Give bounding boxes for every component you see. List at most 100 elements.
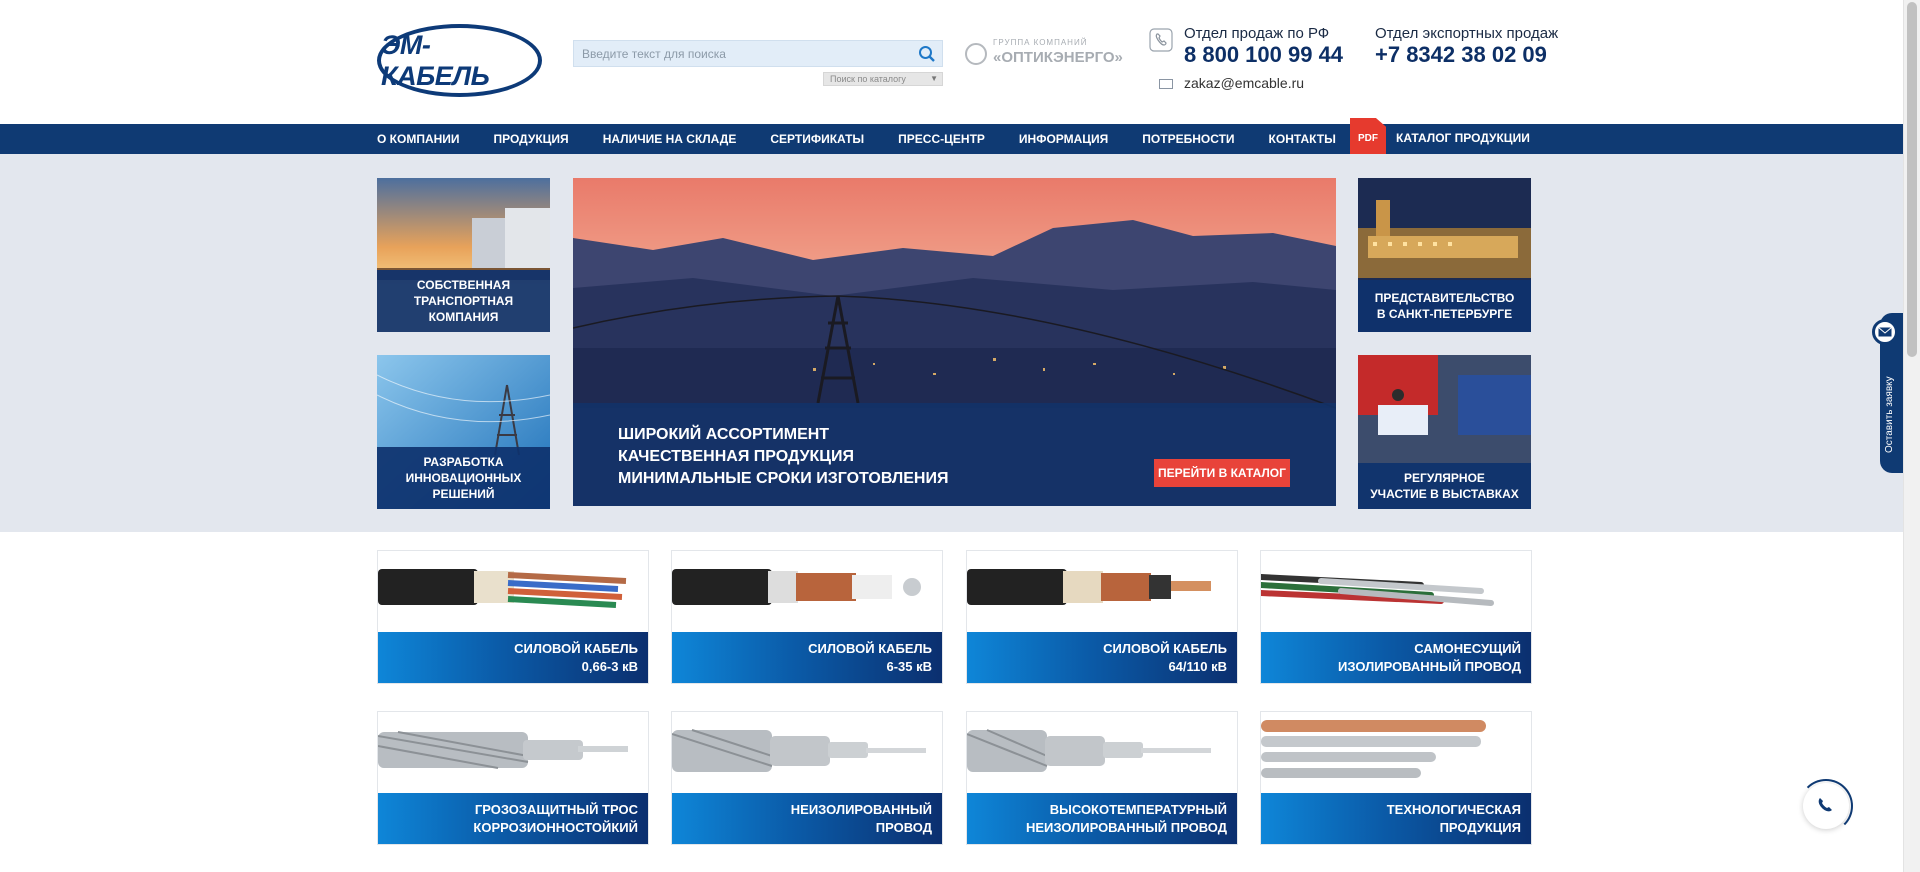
slider-line: МИНИМАЛЬНЫЕ СРОКИ ИЗГОТОВЛЕНИЯ <box>618 470 949 487</box>
product-subtitle: КОРРОЗИОННОСТОЙКИЙ <box>473 819 638 835</box>
product-subtitle: ПРОВОД <box>875 819 932 835</box>
sales-export-phone[interactable]: +7 8342 38 02 09 <box>1375 42 1558 68</box>
product-card-power-066[interactable]: СИЛОВОЙ КАБЕЛЬ 0,66-3 кВ <box>377 550 649 684</box>
product-title: СИЛОВОЙ КАБЕЛЬ <box>1103 640 1227 656</box>
product-title: СИЛОВОЙ КАБЕЛЬ <box>808 640 932 656</box>
nav-item-needs[interactable]: ПОТРЕБНОСТИ <box>1142 132 1234 146</box>
tile-line: ИННОВАЦИОННЫХ <box>405 471 522 485</box>
main-nav: О КОМПАНИИ ПРОДУКЦИЯ НАЛИЧИЕ НА СКЛАДЕ С… <box>0 124 1903 154</box>
tile-innovation[interactable]: РАЗРАБОТКА ИННОВАЦИОННЫХ РЕШЕНИЙ <box>377 355 550 509</box>
tile-line: В САНКТ-ПЕТЕРБУРГЕ <box>1376 307 1513 321</box>
site-header: ЭМ-КАБЕЛЬ Поиск по каталогу ▼ ГРУППА КОМП… <box>0 0 1903 124</box>
callback-button[interactable] <box>1799 779 1853 833</box>
tile-exhibitions[interactable]: РЕГУЛЯРНОЕ УЧАСТИЕ В ВЫСТАВКАХ <box>1358 355 1531 509</box>
product-subtitle: ИЗОЛИРОВАННЫЙ ПРОВОД <box>1338 658 1521 674</box>
phone-icon <box>1149 28 1173 52</box>
product-card-hightemp-wire[interactable]: ВЫСОКОТЕМПЕРАТУРНЫЙ НЕИЗОЛИРОВАННЫЙ ПРОВО… <box>966 711 1238 845</box>
slider-line: КАЧЕСТВЕННАЯ ПРОДУКЦИЯ <box>618 448 854 465</box>
product-subtitle: НЕИЗОЛИРОВАННЫЙ ПРОВОД <box>1025 819 1227 835</box>
product-card-tech[interactable]: ТЕХНОЛОГИЧЕСКАЯ ПРОДУКЦИЯ <box>1260 711 1532 845</box>
product-caption: СИЛОВОЙ КАБЕЛЬ 6-35 кВ <box>672 632 942 683</box>
search-box <box>573 40 943 67</box>
product-subtitle: 6-35 кВ <box>886 658 932 674</box>
product-caption: САМОНЕСУЩИЙ ИЗОЛИРОВАННЫЙ ПРОВОД <box>1261 632 1531 683</box>
product-card-power-6-35[interactable]: СИЛОВОЙ КАБЕЛЬ 6-35 кВ <box>671 550 943 684</box>
product-title: СИЛОВОЙ КАБЕЛЬ <box>514 640 638 656</box>
tile-line: ТРАНСПОРТНАЯ <box>413 294 514 308</box>
tile-line: РАЗРАБОТКА <box>423 455 504 469</box>
product-subtitle: ПРОДУКЦИЯ <box>1439 819 1521 835</box>
slider-caption-panel: ШИРОКИЙ АССОРТИМЕНТ КАЧЕСТВЕННАЯ ПРОДУКЦ… <box>573 403 1336 506</box>
product-card-ground-wire[interactable]: ГРОЗОЗАЩИТНЫЙ ТРОС КОРРОЗИОННОСТОЙКИЙ <box>377 711 649 845</box>
sales-rf-phone[interactable]: 8 800 100 99 44 <box>1184 42 1343 68</box>
tile-spb[interactable]: ПРЕДСТАВИТЕЛЬСТВО В САНКТ-ПЕТЕРБУРГЕ <box>1358 178 1531 332</box>
site-logo[interactable]: ЭМ-КАБЕЛЬ <box>377 24 542 97</box>
product-title: САМОНЕСУЩИЙ <box>1414 640 1521 656</box>
chevron-down-icon: ▼ <box>930 74 938 83</box>
sales-export: Отдел экспортных продаж +7 8342 38 02 09 <box>1375 25 1558 68</box>
tile-spb-caption: ПРЕДСТАВИТЕЛЬСТВО В САНКТ-ПЕТЕРБУРГЕ <box>1358 280 1531 332</box>
go-to-catalog-button[interactable]: ПЕРЕЙТИ В КАТАЛОГ <box>1154 459 1290 487</box>
tile-line: СОБСТВЕННАЯ <box>416 278 511 292</box>
sales-rf: Отдел продаж по РФ 8 800 100 99 44 <box>1184 25 1343 68</box>
tile-exhibitions-caption: РЕГУЛЯРНОЕ УЧАСТИЕ В ВЫСТАВКАХ <box>1358 463 1531 509</box>
page-scrollbar[interactable] <box>1903 0 1920 872</box>
hero-slider: ШИРОКИЙ АССОРТИМЕНТ КАЧЕСТВЕННАЯ ПРОДУКЦ… <box>573 178 1336 506</box>
callback-ring <box>1799 779 1853 833</box>
cable-image <box>378 569 627 608</box>
nav-item-stock[interactable]: НАЛИЧИЕ НА СКЛАДЕ <box>603 132 737 146</box>
search-input[interactable] <box>574 41 904 66</box>
scrollbar-thumb[interactable] <box>1907 2 1917 357</box>
product-title: ТЕХНОЛОГИЧЕСКАЯ <box>1386 801 1521 817</box>
sales-rf-label: Отдел продаж по РФ <box>1184 25 1330 42</box>
product-title: ГРОЗОЗАЩИТНЫЙ ТРОС <box>474 801 638 817</box>
product-card-bare-wire[interactable]: НЕИЗОЛИРОВАННЫЙ ПРОВОД <box>671 711 943 845</box>
product-title: ВЫСОКОТЕМПЕРАТУРНЫЙ <box>1049 801 1227 817</box>
logo-text: ЭМ-КАБЕЛЬ <box>381 29 490 91</box>
product-caption: НЕИЗОЛИРОВАННЫЙ ПРОВОД <box>672 793 942 844</box>
cable-image <box>378 731 628 769</box>
nav-item-info[interactable]: ИНФОРМАЦИЯ <box>1019 132 1108 146</box>
cable-image <box>1261 574 1494 606</box>
group-logo-icon <box>965 43 987 65</box>
rods-image <box>1261 720 1486 778</box>
cable-image <box>967 569 1211 605</box>
product-caption: СИЛОВОЙ КАБЕЛЬ 64/110 кВ <box>967 632 1237 683</box>
tile-transport[interactable]: СОБСТВЕННАЯ ТРАНСПОРТНАЯ КОМПАНИЯ <box>377 178 550 332</box>
tile-line: КОМПАНИЯ <box>428 310 499 324</box>
slider-line: ШИРОКИЙ АССОРТИМЕНТ <box>618 426 830 443</box>
request-tab[interactable]: Оставить заявку <box>1872 313 1903 473</box>
envelope-icon <box>1872 319 1898 345</box>
tile-line: УЧАСТИЕ В ВЫСТАВКАХ <box>1370 487 1519 501</box>
tile-innovation-caption: РАЗРАБОТКА ИННОВАЦИОННЫХ РЕШЕНИЙ <box>377 447 550 509</box>
cable-image <box>967 729 1211 772</box>
tile-transport-caption: СОБСТВЕННАЯ ТРАНСПОРТНАЯ КОМПАНИЯ <box>377 270 550 332</box>
product-card-power-64-110[interactable]: СИЛОВОЙ КАБЕЛЬ 64/110 кВ <box>966 550 1238 684</box>
group-small-text: ГРУППА КОМПАНИЙ <box>993 38 1088 47</box>
catalog-search-select[interactable]: Поиск по каталогу ▼ <box>823 72 943 86</box>
catalog-search-label: Поиск по каталогу <box>830 74 906 84</box>
tile-line: РЕШЕНИЙ <box>432 487 495 501</box>
product-subtitle: 64/110 кВ <box>1168 658 1227 674</box>
product-caption: ВЫСОКОТЕМПЕРАТУРНЫЙ НЕИЗОЛИРОВАННЫЙ ПРОВО… <box>967 793 1237 844</box>
request-tab-label: Оставить заявку <box>1884 376 1895 453</box>
email-link[interactable]: zakaz@emcable.ru <box>1184 75 1304 91</box>
tile-line: ПРЕДСТАВИТЕЛЬСТВО <box>1374 291 1515 305</box>
nav-item-products[interactable]: ПРОДУКЦИЯ <box>494 132 569 146</box>
nav-item-certificates[interactable]: СЕРТИФИКАТЫ <box>770 132 864 146</box>
product-caption: ТЕХНОЛОГИЧЕСКАЯ ПРОДУКЦИЯ <box>1261 793 1531 844</box>
nav-item-about[interactable]: О КОМПАНИИ <box>377 132 460 146</box>
product-subtitle: 0,66-3 кВ <box>581 658 638 674</box>
cable-image <box>672 569 921 605</box>
catalog-download-link[interactable]: КАТАЛОГ ПРОДУКЦИИ <box>1396 131 1530 145</box>
nav-item-press[interactable]: ПРЕСС-ЦЕНТР <box>898 132 985 146</box>
search-icon[interactable] <box>918 45 936 63</box>
pdf-icon[interactable]: PDF <box>1350 118 1386 158</box>
group-logo[interactable]: ГРУППА КОМПАНИЙ «ОПТИКЭНЕРГО» <box>965 38 1123 70</box>
product-title: НЕИЗОЛИРОВАННЫЙ <box>790 801 932 817</box>
mail-icon <box>1159 79 1173 89</box>
product-card-sip[interactable]: САМОНЕСУЩИЙ ИЗОЛИРОВАННЫЙ ПРОВОД <box>1260 550 1532 684</box>
page: ЭМ-КАБЕЛЬ Поиск по каталогу ▼ ГРУППА КОМП… <box>0 0 1920 872</box>
nav-item-contacts[interactable]: КОНТАКТЫ <box>1269 132 1336 146</box>
tile-line: РЕГУЛЯРНОЕ <box>1404 471 1485 485</box>
